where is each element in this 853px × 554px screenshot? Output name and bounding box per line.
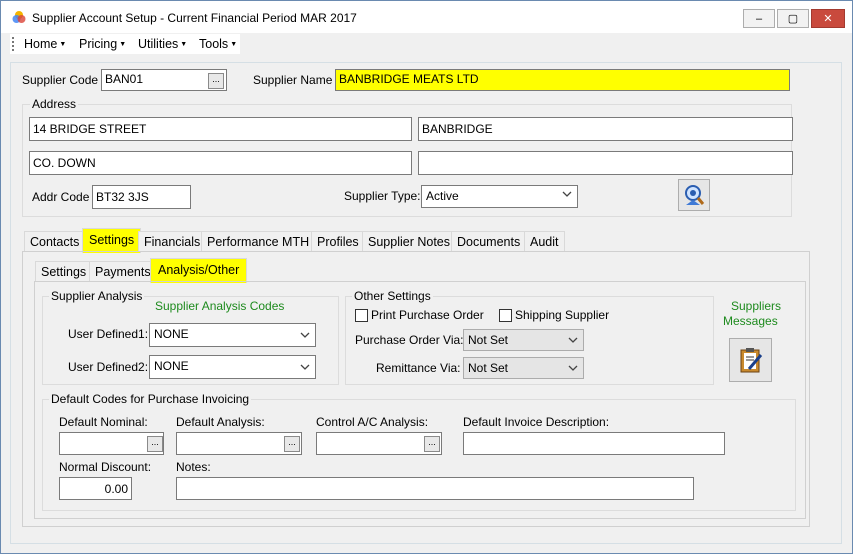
tab-performance-mth[interactable]: Performance MTH: [201, 231, 316, 252]
user-defined2-select[interactable]: NONE: [149, 355, 316, 379]
supplier-account-setup-window: Supplier Account Setup - Current Financi…: [0, 0, 853, 554]
address-line1-field[interactable]: 14 BRIDGE STREET: [29, 117, 412, 141]
supplier-name-field[interactable]: BANBRIDGE MEATS LTD: [335, 69, 790, 91]
default-analysis-label: Default Analysis:: [176, 415, 265, 429]
address-line2-field[interactable]: BANBRIDGE: [418, 117, 793, 141]
remittance-via-select[interactable]: Not Set: [463, 357, 584, 379]
tab-profiles[interactable]: Profiles: [311, 231, 365, 252]
addr-code-field[interactable]: BT32 3JS: [92, 185, 191, 209]
menu-home[interactable]: Home ▼: [24, 37, 66, 51]
suppliers-messages-label-line1: Suppliers: [731, 299, 782, 313]
supplier-name-label: Supplier Name: [253, 73, 333, 87]
subtab-analysis-other[interactable]: Analysis/Other: [150, 258, 248, 283]
supplier-code-label: Supplier Code: [22, 73, 99, 87]
address-line3-field[interactable]: CO. DOWN: [29, 151, 412, 175]
print-purchase-order-label: Print Purchase Order: [371, 308, 484, 322]
default-nominal-label: Default Nominal:: [59, 415, 148, 429]
normal-discount-label: Normal Discount:: [59, 460, 152, 474]
tab-supplier-notes[interactable]: Supplier Notes: [362, 231, 456, 252]
chevron-down-icon: [562, 191, 572, 197]
menu-pricing[interactable]: Pricing ▼: [79, 37, 126, 51]
purchase-order-via-label: Purchase Order Via:: [355, 333, 464, 347]
remittance-via-label: Remittance Via:: [376, 361, 461, 375]
supplier-type-select[interactable]: Active: [421, 185, 578, 208]
default-invoice-description-label: Default Invoice Description:: [463, 415, 610, 429]
control-ac-analysis-lookup-button[interactable]: ...: [424, 436, 440, 452]
shipping-supplier-label: Shipping Supplier: [515, 308, 610, 322]
close-icon: ✕: [823, 13, 833, 25]
supplier-type-label: Supplier Type:: [344, 189, 421, 203]
tab-settings[interactable]: Settings: [82, 228, 142, 253]
address-line4-field[interactable]: [418, 151, 793, 175]
default-invoice-description-field[interactable]: [463, 432, 725, 455]
address-legend: Address: [30, 97, 79, 111]
subtab-payments[interactable]: Payments: [89, 261, 157, 282]
minimize-icon: –: [755, 12, 763, 25]
chevron-down-icon: [568, 337, 578, 343]
menu-grip-icon: [12, 37, 14, 51]
address-lookup-button[interactable]: [678, 179, 710, 211]
minimize-button[interactable]: –: [743, 9, 775, 28]
user-defined1-label: User Defined1:: [68, 327, 149, 341]
default-nominal-lookup-button[interactable]: ...: [147, 436, 163, 452]
tab-documents[interactable]: Documents: [451, 231, 527, 252]
chevron-down-icon: [300, 332, 310, 338]
chevron-down-icon: [568, 365, 578, 371]
notes-field[interactable]: [176, 477, 694, 500]
default-codes-legend: Default Codes for Purchase Invoicing: [49, 392, 252, 406]
close-button[interactable]: ✕: [811, 9, 845, 28]
supplier-analysis-legend: Supplier Analysis: [49, 289, 145, 303]
subtab-settings[interactable]: Settings: [35, 261, 93, 282]
other-settings-legend: Other Settings: [352, 289, 433, 303]
suppliers-messages-label-line2: Messages: [723, 314, 778, 328]
notes-label: Notes:: [176, 460, 211, 474]
addr-code-label: Addr Code: [32, 190, 90, 204]
user-defined2-label: User Defined2:: [68, 360, 149, 374]
supplier-analysis-codes-title: Supplier Analysis Codes: [155, 299, 285, 313]
map-search-icon: [685, 185, 705, 205]
shipping-supplier-checkbox[interactable]: [499, 309, 512, 322]
user-defined1-select[interactable]: NONE: [149, 323, 316, 347]
menu-tools[interactable]: Tools ▼: [199, 37, 237, 51]
chevron-down-icon: [300, 364, 310, 370]
tab-contacts[interactable]: Contacts: [24, 231, 86, 252]
menu-bar: Home ▼ Pricing ▼ Utilities ▼ Tools ▼: [10, 34, 240, 54]
app-logo-icon: [12, 11, 26, 23]
menu-utilities[interactable]: Utilities ▼: [138, 37, 187, 51]
print-purchase-order-checkbox[interactable]: [355, 309, 368, 322]
window-title: Supplier Account Setup - Current Financi…: [32, 11, 357, 25]
suppliers-messages-button[interactable]: [729, 338, 772, 382]
clipboard-edit-icon: [740, 348, 762, 373]
normal-discount-field[interactable]: 0.00: [59, 477, 132, 500]
title-bar: Supplier Account Setup - Current Financi…: [1, 1, 852, 33]
dropdown-arrow-icon: ▼: [180, 41, 188, 48]
default-analysis-lookup-button[interactable]: ...: [284, 436, 300, 452]
tab-audit[interactable]: Audit: [524, 231, 565, 252]
tab-financials[interactable]: Financials: [138, 231, 207, 252]
dropdown-arrow-icon: ▼: [230, 41, 238, 48]
dropdown-arrow-icon: ▼: [59, 41, 67, 48]
purchase-order-via-select[interactable]: Not Set: [463, 329, 584, 351]
dropdown-arrow-icon: ▼: [119, 41, 127, 48]
maximize-icon: ▢: [787, 13, 799, 25]
control-ac-analysis-label: Control A/C Analysis:: [316, 415, 429, 429]
supplier-code-lookup-button[interactable]: ...: [208, 73, 224, 89]
maximize-button[interactable]: ▢: [777, 9, 809, 28]
